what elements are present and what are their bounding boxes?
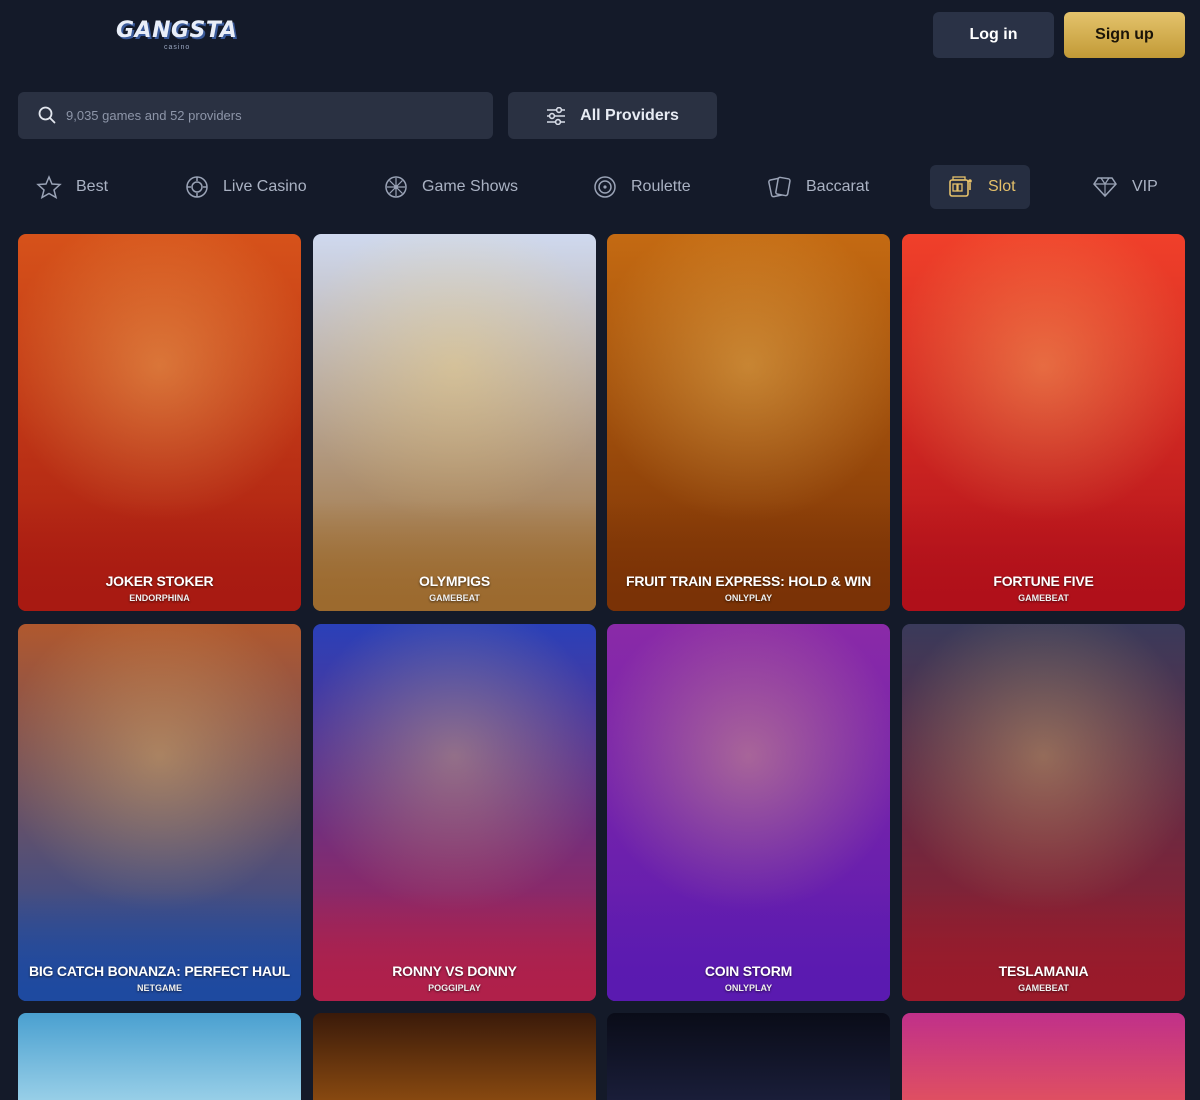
all-providers-label: All Providers [580,106,679,124]
game-thumbnail [18,1013,301,1100]
search-input[interactable] [66,92,476,139]
game-provider: NETGAME [137,983,182,993]
game-card[interactable]: FORTUNE FIVE GAMEBEAT [902,234,1185,611]
game-provider: GAMEBEAT [1018,983,1069,993]
chip-icon [186,176,208,198]
game-title: JOKER STOKER [105,573,214,589]
game-provider: ONLYPLAY [724,983,773,993]
game-title: FRUIT TRAIN EXPRESS: HOLD & WIN [625,573,872,589]
tab-best[interactable]: Best [36,165,108,209]
tab-vip[interactable]: VIP [1092,165,1158,209]
game-card[interactable]: RONNY VS DONNY POGGIPLAY [313,624,596,1001]
filter-sliders-icon [547,106,566,125]
game-card[interactable] [607,1013,890,1100]
tab-roulette-label: Roulette [631,178,691,195]
game-card[interactable]: FRUIT TRAIN EXPRESS: HOLD & WIN ONLYPLAY [607,234,890,611]
category-tabs: Best Live Casino Game Shows Roulette Bac… [18,165,1185,209]
game-card[interactable]: COIN STORM ONLYPLAY [607,624,890,1001]
tab-slot[interactable]: Slot [930,165,1030,209]
tab-vip-label: VIP [1132,178,1158,195]
diamond-icon [1093,177,1117,198]
slot-machine-icon [949,176,972,197]
star-icon [36,175,62,199]
game-card[interactable]: TESLAMANIA GAMEBEAT [902,624,1185,1001]
tab-live-casino-label: Live Casino [223,178,307,195]
tab-game-shows-label: Game Shows [422,178,519,195]
game-provider: GAMEBEAT [429,593,480,603]
tab-roulette[interactable]: Roulette [593,165,691,209]
signup-button[interactable]: Sign up [1064,12,1185,58]
game-title: RONNY VS DONNY [392,963,517,979]
tab-best-label: Best [76,178,109,195]
game-card[interactable] [902,1013,1185,1100]
game-card[interactable] [18,1013,301,1100]
game-provider: ENDORPHINA [129,593,190,603]
search-bar[interactable] [18,92,493,139]
tab-live-casino[interactable]: Live Casino [185,165,307,209]
logo-text: GANGSTA [116,18,238,43]
game-title: FORTUNE FIVE [993,573,1094,589]
game-title: COIN STORM [704,963,793,979]
wheel-icon [385,176,407,198]
game-card[interactable] [313,1013,596,1100]
search-icon [38,106,56,124]
logo-subtext: casino [164,44,191,51]
site-logo[interactable]: GANGSTA casino [116,14,237,54]
game-title: BIG CATCH BONANZA: PERFECT HAUL [28,963,291,979]
login-button[interactable]: Log in [933,12,1054,58]
all-providers-button[interactable]: All Providers [508,92,717,139]
game-provider: ONLYPLAY [724,593,773,603]
game-card[interactable]: JOKER STOKER ENDORPHINA [18,234,301,611]
game-thumbnail [902,1013,1185,1100]
game-card[interactable]: OLYMPIGS GAMEBEAT [313,234,596,611]
tab-baccarat[interactable]: Baccarat [768,165,869,209]
game-provider: POGGIPLAY [428,983,481,993]
roulette-icon [594,176,616,198]
game-thumbnail [313,1013,596,1100]
game-provider: GAMEBEAT [1018,593,1069,603]
game-title: TESLAMANIA [998,963,1089,979]
tab-game-shows[interactable]: Game Shows [384,165,518,209]
game-title: OLYMPIGS [418,573,490,589]
game-thumbnail [607,1013,890,1100]
tab-slot-label: Slot [988,178,1016,195]
tab-baccarat-label: Baccarat [806,178,870,195]
site-header: GANGSTA casino Log in Sign up [0,0,1200,72]
cards-icon [768,176,791,198]
game-card[interactable]: BIG CATCH BONANZA: PERFECT HAUL NETGAME [18,624,301,1001]
